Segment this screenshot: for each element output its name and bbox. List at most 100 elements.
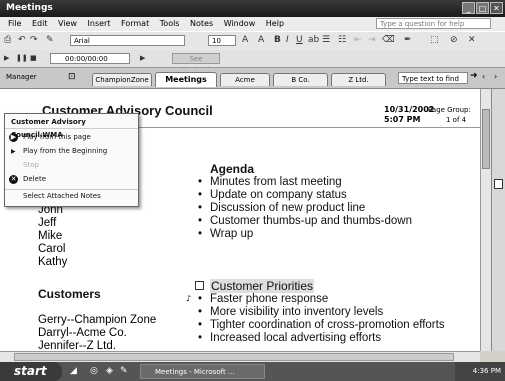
tab-meetings[interactable]: Meetings bbox=[155, 72, 217, 87]
priorities-heading[interactable]: Customer Priorities bbox=[210, 279, 315, 293]
menu-header: Customer Advisory Council.WMA bbox=[5, 116, 138, 139]
tab-acme[interactable]: Acme bbox=[220, 73, 270, 86]
bullets-icon[interactable]: ☰ bbox=[322, 35, 330, 45]
page-group-label: Page Group: bbox=[428, 106, 471, 114]
pen-tool-icon[interactable]: ✎ bbox=[46, 35, 54, 45]
menu-item-label: Play from the Beginning bbox=[23, 147, 108, 155]
eraser-icon[interactable]: ⌫ bbox=[382, 35, 395, 45]
customer-list[interactable]: Gerry--Champion Zone Darryl--Acme Co. Je… bbox=[38, 314, 156, 351]
menu-help[interactable]: Help bbox=[266, 19, 284, 28]
menu-tools[interactable]: Tools bbox=[160, 19, 180, 28]
underline-icon[interactable]: U bbox=[296, 35, 303, 45]
numbering-icon[interactable]: ☷ bbox=[338, 35, 346, 45]
delete-icon[interactable]: ✕ bbox=[468, 35, 476, 45]
page-date: 10/31/2002 bbox=[384, 105, 435, 114]
notebook-label: Manager bbox=[6, 73, 37, 81]
save-icon[interactable]: ⎙ bbox=[4, 35, 11, 45]
list-item[interactable]: Discussion of new product line bbox=[198, 202, 412, 215]
list-item[interactable]: Update on company status bbox=[198, 189, 412, 202]
font-size-select[interactable]: 10 bbox=[208, 35, 236, 46]
strikethrough-icon[interactable]: ab bbox=[308, 35, 319, 45]
customer-item[interactable]: Gerry--Champion Zone bbox=[38, 314, 156, 327]
scroll-thumb[interactable] bbox=[482, 109, 490, 169]
rotate-icon[interactable]: ⊘ bbox=[450, 35, 458, 45]
list-item[interactable]: Wrap up bbox=[198, 228, 412, 241]
start-button[interactable]: start bbox=[0, 362, 62, 381]
quicklaunch-icon[interactable]: ◢ bbox=[70, 366, 77, 376]
menu-notes[interactable]: Notes bbox=[190, 19, 213, 28]
attendee[interactable]: Kathy bbox=[38, 256, 67, 269]
redo-icon[interactable]: ↷ bbox=[30, 35, 38, 45]
menu-item-label: Select Attached Notes bbox=[23, 192, 101, 200]
vertical-scrollbar[interactable] bbox=[480, 89, 491, 351]
tab-prev-icon[interactable]: ‹ bbox=[482, 72, 485, 81]
select-notes-item[interactable]: Select Attached Notes bbox=[5, 189, 138, 202]
page-tabs-pane[interactable] bbox=[491, 89, 505, 351]
list-item[interactable]: Customer thumbs-up and thumbs-down bbox=[198, 215, 412, 228]
tab-zltd[interactable]: Z Ltd. bbox=[331, 73, 386, 86]
folder-icon[interactable]: ⊡ bbox=[68, 72, 76, 82]
taskbar-item-meetings[interactable]: Meetings - Microsoft ... bbox=[140, 364, 265, 379]
select-icon[interactable]: ⬚ bbox=[430, 35, 439, 45]
play-small-icon: ▶ bbox=[11, 148, 16, 155]
list-item[interactable]: Minutes from last meeting bbox=[198, 176, 412, 189]
hscroll-thumb[interactable] bbox=[14, 353, 454, 361]
tab-bco[interactable]: B Co. bbox=[273, 73, 328, 86]
bold-icon[interactable]: B bbox=[274, 35, 281, 45]
stop-icon[interactable]: ■ bbox=[30, 54, 37, 62]
undo-icon[interactable]: ↶ bbox=[18, 35, 26, 45]
customers-heading[interactable]: Customers bbox=[38, 287, 101, 301]
minimize-button[interactable]: _ bbox=[462, 2, 475, 14]
page-tab[interactable] bbox=[494, 179, 503, 189]
find-arrow-icon[interactable]: ➜ bbox=[470, 71, 478, 81]
highlight-icon[interactable]: A bbox=[242, 35, 248, 45]
quicklaunch-icon[interactable]: ◈ bbox=[106, 366, 113, 376]
play-from-beginning-item[interactable]: ▶ Play from the Beginning bbox=[5, 145, 138, 158]
see-playback-button[interactable]: See Playback bbox=[172, 53, 220, 74]
attendee[interactable]: Carol bbox=[38, 243, 67, 256]
attendee[interactable]: Mike bbox=[38, 230, 67, 243]
menu-window[interactable]: Window bbox=[224, 19, 256, 28]
menu-insert[interactable]: Insert bbox=[88, 19, 111, 28]
attendee-list[interactable]: John Jeff Mike Carol Kathy bbox=[38, 204, 67, 269]
outdent-icon[interactable]: ⇤ bbox=[354, 35, 362, 45]
delete-item[interactable]: ✕ Delete bbox=[5, 173, 138, 186]
find-input[interactable]: Type text to find bbox=[398, 72, 468, 84]
priorities-list[interactable]: Faster phone response More visibility in… bbox=[198, 293, 445, 345]
agenda-list[interactable]: Minutes from last meeting Update on comp… bbox=[198, 176, 412, 241]
window-title: Meetings bbox=[6, 3, 53, 13]
font-select[interactable]: Arial bbox=[70, 35, 185, 46]
menu-view[interactable]: View bbox=[58, 19, 77, 28]
agenda-heading[interactable]: Agenda bbox=[210, 162, 254, 176]
menu-file[interactable]: File bbox=[8, 19, 21, 28]
tab-championzone[interactable]: ChampionZone bbox=[92, 73, 152, 86]
list-item[interactable]: Tighter coordination of cross-promotion … bbox=[198, 319, 445, 332]
pen-icon[interactable]: ✒ bbox=[404, 35, 412, 45]
font-color-icon[interactable]: A bbox=[258, 35, 264, 45]
indent-icon[interactable]: ⇥ bbox=[368, 35, 376, 45]
menu-edit[interactable]: Edit bbox=[32, 19, 48, 28]
ask-question-input[interactable]: Type a question for help bbox=[376, 18, 491, 29]
play-from-page-item[interactable]: ▶ Play from this page bbox=[5, 131, 138, 144]
title-bar: Meetings _ □ ✕ bbox=[0, 0, 505, 17]
stop-item[interactable]: Stop bbox=[5, 159, 138, 172]
maximize-button[interactable]: □ bbox=[476, 2, 489, 14]
quicklaunch-icon[interactable]: ◎ bbox=[90, 366, 98, 376]
list-item[interactable]: Faster phone response bbox=[198, 293, 445, 306]
todo-checkbox[interactable] bbox=[195, 281, 204, 290]
tab-next-icon[interactable]: › bbox=[494, 72, 497, 81]
list-item[interactable]: More visibility into inventory levels bbox=[198, 306, 445, 319]
customer-item[interactable]: Jennifer--Z Ltd. bbox=[38, 340, 156, 351]
forward-icon[interactable]: ▶ bbox=[140, 54, 145, 62]
attendee[interactable]: Jeff bbox=[38, 217, 67, 230]
quicklaunch-icon[interactable]: ✎ bbox=[120, 366, 128, 376]
list-item[interactable]: Increased local advertising efforts bbox=[198, 332, 445, 345]
customer-item[interactable]: Darryl--Acme Co. bbox=[38, 327, 156, 340]
pause-icon[interactable]: ❚❚ bbox=[16, 54, 28, 62]
italic-icon[interactable]: I bbox=[286, 35, 289, 45]
menu-format[interactable]: Format bbox=[121, 19, 149, 28]
audio-link-icon[interactable]: ♪ bbox=[186, 294, 191, 303]
close-button[interactable]: ✕ bbox=[490, 2, 503, 14]
horizontal-scrollbar[interactable] bbox=[0, 351, 480, 362]
record-icon[interactable]: ▶ bbox=[4, 54, 9, 62]
